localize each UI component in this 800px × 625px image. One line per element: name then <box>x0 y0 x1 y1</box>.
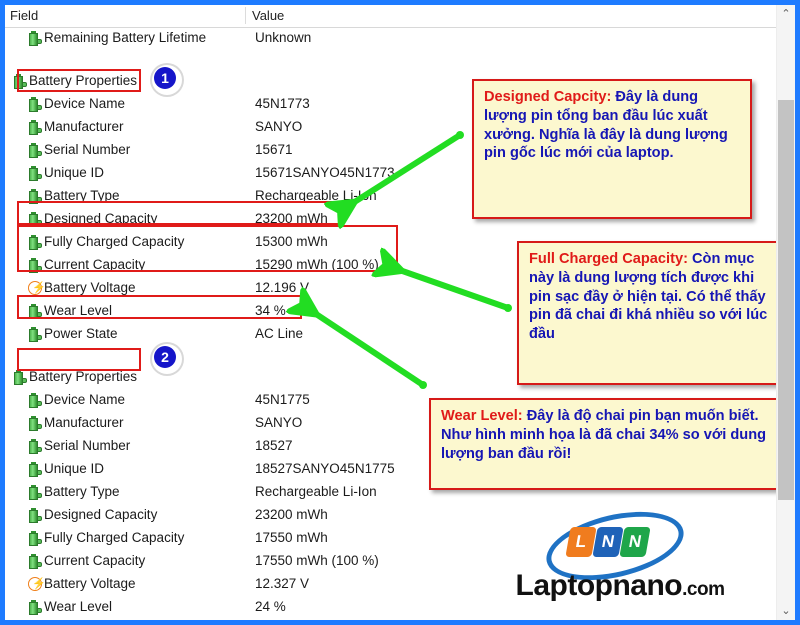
battery-icon <box>28 416 42 431</box>
row-value: AC Line <box>255 326 304 341</box>
battery-icon <box>28 166 42 181</box>
row-value: SANYO <box>255 415 303 430</box>
battery-icon <box>13 370 27 385</box>
row-remaining-battery-lifetime[interactable]: Remaining Battery Lifetime Unknown <box>5 27 777 50</box>
row-value: 34 % <box>255 303 286 318</box>
row-power-state[interactable]: Power StateAC Line <box>5 619 777 620</box>
column-divider[interactable] <box>245 7 246 24</box>
row-value: 23200 mWh <box>255 507 328 522</box>
row-value: 15671 <box>255 142 293 157</box>
callout-designed-capacity: Designed Capcity: Đây là dung lượng pin … <box>472 79 752 219</box>
row-field: Battery Voltage <box>44 280 136 295</box>
row-value: 18527 <box>255 438 293 453</box>
logo-domain: .com <box>682 579 725 600</box>
section-header-label: Battery Properties <box>29 369 138 384</box>
row-field: Battery Type <box>44 484 120 499</box>
scroll-up-arrow-icon[interactable]: ⌃ <box>777 5 795 23</box>
logo-wordmark: Laptopnano.com <box>485 569 755 603</box>
step-badge-1: 1 <box>150 63 184 97</box>
row-value: Rechargeable Li-Ion <box>255 484 377 499</box>
row-field: Current Capacity <box>44 257 146 272</box>
column-header-value[interactable]: Value <box>252 8 284 23</box>
battery-icon <box>28 212 42 227</box>
row-field: Battery Voltage <box>44 576 136 591</box>
row-field: Serial Number <box>44 438 131 453</box>
callout-lead: Wear Level: <box>441 408 523 424</box>
battery-icon <box>13 74 27 89</box>
row-field: Device Name <box>44 96 126 111</box>
row-field: Power State <box>44 326 118 341</box>
row-value: 24 % <box>255 599 286 614</box>
battery-icon <box>28 508 42 523</box>
row-field: Fully Charged Capacity <box>44 234 185 249</box>
logo-tile-n1: N <box>592 527 624 557</box>
callout-fully-charged-capacity: Full Charged Capacity: Còn mục này là du… <box>517 241 789 385</box>
row-value: SANYO <box>255 119 303 134</box>
row-field: Unique ID <box>44 461 105 476</box>
step-badge-2: 2 <box>150 342 184 376</box>
logo-name: Laptopnano <box>515 569 683 602</box>
vertical-scrollbar[interactable]: ⌃ ⌄ <box>776 5 795 620</box>
row-field: Fully Charged Capacity <box>44 530 185 545</box>
list-column-header: Field Value <box>5 5 777 28</box>
row-gap <box>5 50 777 70</box>
logo-tile-l: L <box>565 527 597 557</box>
battery-icon <box>28 393 42 408</box>
battery-icon <box>28 531 42 546</box>
row-value: 15300 mWh <box>255 234 328 249</box>
battery-icon <box>28 258 42 273</box>
battery-icon <box>28 304 42 319</box>
row-value: 45N1773 <box>255 96 310 111</box>
row-field: Wear Level <box>44 599 113 614</box>
row-field: Designed Capacity <box>44 507 158 522</box>
lightning-bolt-icon: ⚡ <box>28 577 46 592</box>
row-value: 12.196 V <box>255 280 310 295</box>
row-value: 17550 mWh <box>255 530 328 545</box>
callout-wear-level: Wear Level: Đây là độ chai pin bạn muốn … <box>429 398 791 490</box>
row-value: Rechargeable Li-Ion <box>255 188 377 203</box>
row-value: 45N1775 <box>255 392 310 407</box>
row-value: 15671SANYO45N1773 <box>255 165 395 180</box>
battery-icon <box>28 439 42 454</box>
callout-lead: Full Charged Capacity: <box>529 251 688 267</box>
row-value: 12.327 V <box>255 576 310 591</box>
battery-icon <box>28 600 42 615</box>
battery-icon <box>28 235 42 250</box>
row-field: Remaining Battery Lifetime <box>44 30 207 45</box>
row-field: Wear Level <box>44 303 113 318</box>
row-field: Manufacturer <box>44 415 124 430</box>
badge-number: 2 <box>154 346 176 368</box>
row-field: Current Capacity <box>44 553 146 568</box>
lightning-bolt-icon: ⚡ <box>28 281 46 296</box>
row-field: Device Name <box>44 392 126 407</box>
row-value: 23200 mWh <box>255 211 328 226</box>
section-header-label: Battery Properties <box>29 73 138 88</box>
row-value: Unknown <box>255 30 312 45</box>
row-field: Battery Type <box>44 188 120 203</box>
row-field: Manufacturer <box>44 119 124 134</box>
row-field: Designed Capacity <box>44 211 158 226</box>
row-field: Serial Number <box>44 142 131 157</box>
callout-lead: Designed Capcity: <box>484 89 612 105</box>
battery-icon <box>28 31 42 46</box>
badge-number: 1 <box>154 67 176 89</box>
row-value: 18527SANYO45N1775 <box>255 461 395 476</box>
battery-icon <box>28 485 42 500</box>
row-field: Unique ID <box>44 165 105 180</box>
row-value: 17550 mWh (100 %) <box>255 553 379 568</box>
scroll-down-arrow-icon[interactable]: ⌄ <box>777 602 795 620</box>
column-header-field[interactable]: Field <box>10 8 38 23</box>
battery-icon <box>28 554 42 569</box>
battery-icon <box>28 462 42 477</box>
row-value: 15290 mWh (100 %) <box>255 257 379 272</box>
battery-icon <box>28 327 42 342</box>
battery-report-window: Field Value Remaining Battery Lifetime Un… <box>5 5 795 620</box>
battery-icon <box>28 97 42 112</box>
laptopnano-logo: L N N Laptopnano.com <box>485 500 755 618</box>
battery-icon <box>28 120 42 135</box>
battery-icon <box>28 189 42 204</box>
battery-icon <box>28 143 42 158</box>
scrollbar-thumb[interactable] <box>778 100 794 500</box>
logo-tile-n2: N <box>619 527 651 557</box>
